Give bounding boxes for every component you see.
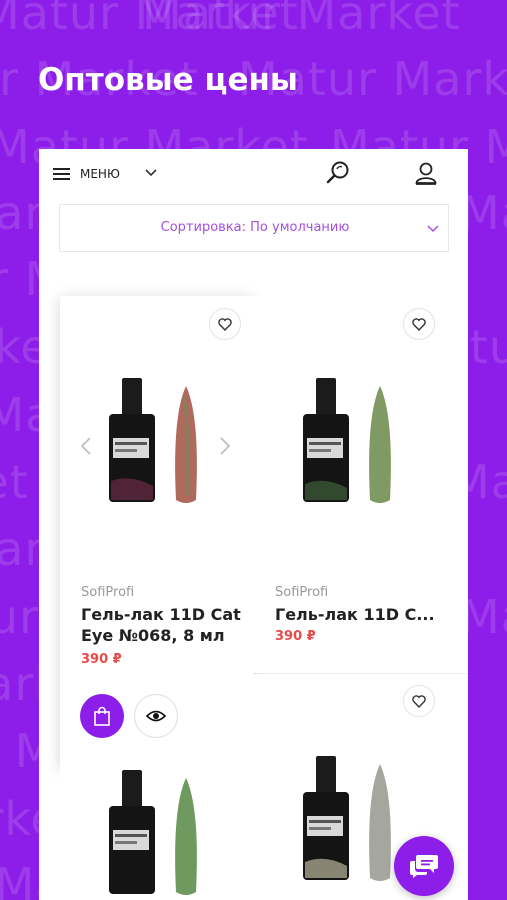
top-navigation: МЕНЮ (39, 149, 468, 197)
product-image[interactable] (300, 376, 400, 506)
next-image-arrow-icon[interactable] (218, 435, 232, 457)
heart-icon (412, 694, 426, 708)
add-to-cart-button[interactable] (80, 694, 124, 738)
product-price: 390 ₽ (81, 652, 122, 667)
wishlist-button[interactable] (403, 308, 435, 340)
product-price: 390 ₽ (275, 629, 316, 644)
menu-button[interactable]: МЕНЮ (53, 163, 120, 185)
product-card[interactable] (60, 768, 253, 900)
product-card[interactable]: SofiProfi Гель-лак 11D C... 390 ₽ (253, 296, 468, 673)
shopping-bag-icon (94, 706, 110, 726)
watermark-row: Matur Market (142, 0, 461, 40)
product-name[interactable]: Гель-лак 11D C... (275, 604, 435, 625)
quick-view-button[interactable] (134, 694, 178, 738)
search-icon[interactable] (325, 160, 351, 186)
user-icon[interactable] (413, 160, 439, 186)
sort-label: Сортировка: По умолчанию (160, 220, 350, 235)
wishlist-button[interactable] (403, 685, 435, 717)
heart-icon (218, 317, 232, 331)
watermark-row: Matur Market (0, 0, 299, 40)
app-screen: МЕНЮ Сортировка: По умолчанию SofiProfi … (39, 149, 468, 900)
chat-icon (410, 855, 438, 878)
product-name[interactable]: Гель-лак 11D Cat Eye №068, 8 мл (81, 604, 241, 646)
sort-dropdown[interactable]: Сортировка: По умолчанию (59, 204, 449, 252)
wishlist-button[interactable] (209, 308, 241, 340)
chevron-down-icon[interactable] (142, 164, 160, 182)
chevron-down-icon (427, 225, 439, 233)
page-headline: Оптовые цены (38, 62, 298, 98)
product-card[interactable]: SofiProfi Гель-лак 11D Cat Eye №068, 8 м… (60, 296, 253, 768)
product-brand: SofiProfi (275, 585, 329, 600)
hamburger-icon (53, 168, 70, 180)
menu-label: МЕНЮ (80, 167, 120, 181)
watermark-row: Matur Market (0, 455, 29, 509)
product-image[interactable] (106, 768, 206, 898)
chat-button[interactable] (394, 836, 454, 896)
eye-icon (146, 710, 166, 722)
product-brand: SofiProfi (81, 585, 135, 600)
product-image[interactable] (300, 754, 400, 884)
heart-icon (412, 317, 426, 331)
prev-image-arrow-icon[interactable] (79, 435, 93, 457)
product-image[interactable] (106, 376, 206, 506)
